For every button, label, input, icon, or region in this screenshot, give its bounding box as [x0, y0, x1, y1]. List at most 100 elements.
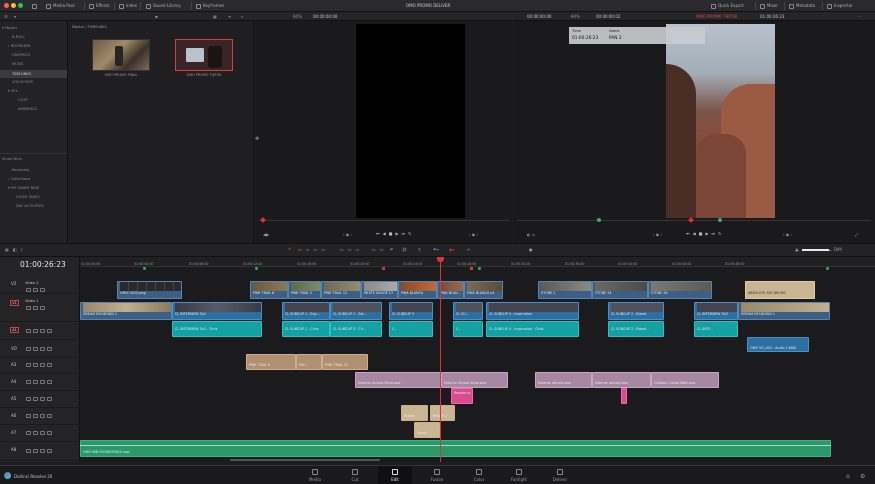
flag-icon[interactable]: ⚑▾	[433, 247, 439, 252]
smart-bin-my-smart-bins[interactable]: ▾ MY SMART BINS	[8, 186, 39, 190]
quick-export-button[interactable]: Quick Export	[711, 3, 744, 9]
program-transport-controls[interactable]: ⏮◀■▶⏭↻	[686, 231, 724, 236]
source-playhead[interactable]	[260, 217, 266, 223]
timeline-scrollbar[interactable]	[230, 459, 380, 461]
lock-icon[interactable]	[26, 288, 31, 292]
clip-a1-subclip-c2[interactable]: C...	[453, 321, 483, 337]
auto-select-icon[interactable]	[33, 397, 38, 401]
insert-tools[interactable]: ▭▭▭	[340, 247, 363, 252]
timeline-ruler[interactable]: 01:00:00:00 01:00:04:00 01:00:08:00 01:0…	[80, 257, 875, 267]
solo-icon[interactable]	[47, 414, 52, 418]
sidebar-item-timelines[interactable]: TIMELINES	[0, 70, 67, 78]
source-zoom-select[interactable]: 60%	[293, 14, 302, 19]
sidebar-item-interview[interactable]: › INTERVIEW	[8, 44, 30, 48]
solo-icon[interactable]	[47, 449, 52, 453]
close-window-button[interactable]	[4, 3, 9, 8]
inspector-button[interactable]: Inspector	[827, 3, 853, 9]
auto-select-icon[interactable]	[33, 347, 38, 351]
mute-icon[interactable]	[40, 329, 45, 333]
mute-icon[interactable]	[40, 449, 45, 453]
filter-icon[interactable]: ▪	[155, 14, 158, 19]
marker-green[interactable]	[478, 267, 481, 270]
timeline-name-select[interactable]: OMO PROMO TIKTOK	[696, 14, 737, 19]
sidebar-item-music[interactable]: MUSIC	[12, 62, 24, 66]
timeline-area[interactable]: 01:00:00:00 01:00:04:00 01:00:08:00 01:0…	[80, 257, 875, 462]
dot-icon[interactable]: ●	[529, 247, 533, 252]
clip-v2-logo[interactable]: OMO LOGO.png	[117, 281, 182, 299]
clip-a7-fabric[interactable]: Fabric	[414, 422, 440, 438]
media-pool-button[interactable]: Media Pool	[46, 3, 75, 9]
layout-icons[interactable]: ▦◧♪	[5, 247, 27, 252]
clip-v2-pina-blanca[interactable]: PINA BLANCA	[398, 281, 437, 299]
auto-select-icon[interactable]	[33, 414, 38, 418]
auto-select-icon[interactable]	[33, 363, 38, 367]
visibility-icon[interactable]	[40, 288, 45, 292]
clip-v2-stone-34[interactable]: STONE 34	[592, 281, 648, 299]
lock-icon[interactable]	[26, 431, 31, 435]
smart-bin-collections[interactable]: › Collections	[8, 177, 30, 181]
mute-icon[interactable]	[40, 414, 45, 418]
smart-bin-day-activities[interactable]: DAY ACTIVITIES	[16, 204, 44, 208]
mixer-button[interactable]: Mixer	[760, 3, 778, 9]
sidebar-item-sfx[interactable]: ▾ SFX	[8, 89, 18, 93]
volume-slider[interactable]	[802, 249, 829, 251]
clip-v1-subclip-2[interactable]: CL SUBCLIP 2 - Brand	[608, 302, 664, 320]
clip-v1-subclip-3[interactable]: CL SUBCLIP 3	[389, 302, 433, 320]
clip-a4-crowd[interactable]: Outdoor Crowd Walk.wav	[651, 372, 719, 388]
minimize-window-button[interactable]	[11, 3, 16, 8]
clip-v2-pine-trail-12[interactable]: PINE TRAIL 12	[321, 281, 361, 299]
marker-green[interactable]	[597, 218, 601, 222]
clip-vo[interactable]: OMO VO_003 - Audio 1.WAV	[747, 337, 809, 352]
sidebar-item-master[interactable]: ▾ Master	[2, 26, 17, 30]
clip-v1-dream-mountain[interactable]: DREAM MOUNTAIN 1	[80, 302, 172, 320]
lock-icon[interactable]	[26, 347, 31, 351]
solo-icon[interactable]	[47, 363, 52, 367]
clip-a5-rooster-2[interactable]	[621, 388, 627, 404]
clip-v1-dream-mountain-2[interactable]: DREAM MOUNTAIN 1	[738, 302, 830, 320]
timeline-thumbnail-selected[interactable]	[175, 39, 233, 71]
clip-v2-white-gauge[interactable]: WHITE GAUGE 13	[361, 281, 398, 299]
visibility-icon[interactable]	[40, 306, 45, 310]
clip-v1-subclip-su[interactable]: CL SU...	[453, 302, 483, 320]
marker-red[interactable]	[470, 267, 473, 270]
source-patch-v1[interactable]: V1	[10, 300, 19, 306]
sound-library-button[interactable]: Sound Library	[146, 3, 181, 9]
lock-icon[interactable]	[26, 397, 31, 401]
page-deliver-button[interactable]: Deliver	[543, 469, 577, 482]
lock-icon[interactable]	[26, 449, 31, 453]
zoom-window-button[interactable]	[18, 3, 23, 8]
marker-green[interactable]	[826, 267, 829, 270]
solo-icon[interactable]	[47, 347, 52, 351]
program-zoom-select[interactable]: 60%	[571, 14, 580, 19]
clip-v1-interview-7b3[interactable]: CL INTERVIEW 7b3	[694, 302, 738, 320]
marker-green[interactable]	[718, 218, 722, 222]
mute-icon[interactable]	[40, 347, 45, 351]
clip-a4-exterior[interactable]: Exterior almost.wav	[535, 372, 592, 388]
lock-icon[interactable]	[26, 329, 31, 333]
clip-v2-pina-blanca-3[interactable]: PINA BLANCA a4	[464, 281, 503, 299]
lock-icon[interactable]	[26, 363, 31, 367]
auto-select-icon[interactable]	[33, 306, 38, 310]
lock-icon[interactable]	[26, 414, 31, 418]
source-prev-edit-icon[interactable]: ‹ ◆ ›	[343, 232, 352, 237]
clip-a1-subclip-2[interactable]: CL SUBCLIP 2 - Brand -	[608, 321, 664, 337]
home-icon[interactable]: ⌂	[846, 473, 850, 480]
source-next-edit-icon[interactable]: ‹ ◆ ›	[469, 232, 478, 237]
clip-tools[interactable]: ▭▭	[372, 247, 388, 252]
page-fairlight-button[interactable]: Fairlight	[502, 469, 536, 482]
page-media-button[interactable]: Media	[298, 469, 332, 482]
timeline-thumbnail[interactable]	[92, 39, 150, 71]
solo-icon[interactable]	[47, 329, 52, 333]
auto-select-icon[interactable]	[33, 449, 38, 453]
clip-v2-stone-2[interactable]: STONE 2	[538, 281, 592, 299]
solo-icon[interactable]	[47, 380, 52, 384]
clip-a8-soundtrack[interactable]: OMO MIN SOUNDTRACK.wav	[80, 440, 831, 457]
dim-button[interactable]: DIM	[834, 247, 842, 252]
mute-icon[interactable]	[40, 397, 45, 401]
program-scrubber[interactable]	[517, 220, 871, 221]
clip-a4-birds[interactable]: Exterior Almost Birds.wav	[441, 372, 508, 388]
mute-icon[interactable]	[40, 363, 45, 367]
volume-curve[interactable]	[80, 445, 831, 446]
selection-tool-icon[interactable]: ➤	[288, 246, 291, 251]
move-handle-icon[interactable]: ✥	[255, 136, 260, 142]
